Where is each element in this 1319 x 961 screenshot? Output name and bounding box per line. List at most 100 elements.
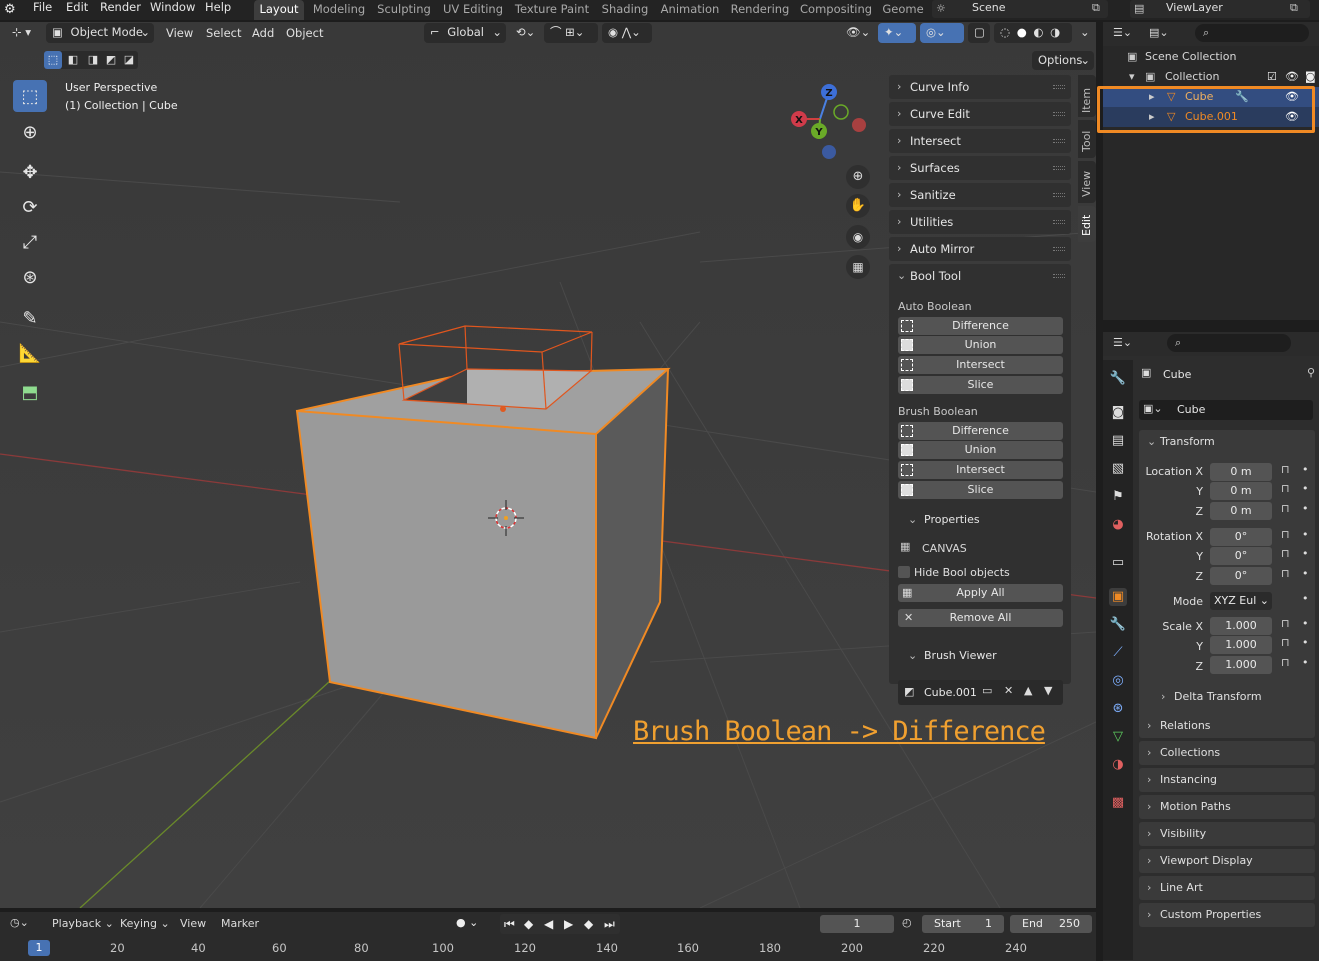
tab-layout[interactable]: Layout xyxy=(254,0,304,20)
scene-tab-icon[interactable]: ⚑ xyxy=(1109,488,1127,506)
tab-view[interactable]: View xyxy=(1078,161,1096,203)
panel-curve-edit[interactable]: › Curve Edit xyxy=(889,102,1071,126)
scale-y-field[interactable]: 1.000 xyxy=(1210,636,1272,654)
rotation-x-field[interactable]: 0° xyxy=(1210,528,1272,546)
lock-icon[interactable]: ⊓ xyxy=(1281,567,1290,580)
lock-icon[interactable]: ⊓ xyxy=(1281,502,1290,515)
select-extend-icon[interactable]: ◧ xyxy=(64,51,82,69)
properties-search-input[interactable]: ⌕ xyxy=(1167,334,1291,352)
lock-icon[interactable]: ⊓ xyxy=(1281,463,1290,476)
lock-icon[interactable]: ⊓ xyxy=(1281,617,1290,630)
object-tab-icon[interactable]: ▣ xyxy=(1109,588,1127,606)
lock-icon[interactable]: ⊓ xyxy=(1281,528,1290,541)
copy-scene-icon[interactable]: ⧉ xyxy=(1092,0,1100,15)
panel-sanitize[interactable]: › Sanitize xyxy=(889,183,1071,207)
menu-marker[interactable]: Marker xyxy=(221,917,259,930)
snap-button[interactable]: ⌒ ⊞⌄ xyxy=(544,23,598,43)
copy-viewlayer-icon[interactable]: ⧉ xyxy=(1290,0,1298,15)
remove-brush-icon[interactable]: ✕ xyxy=(1004,684,1013,697)
solid-icon[interactable]: ● xyxy=(1017,25,1027,39)
keyframe-dot-icon[interactable]: • xyxy=(1302,482,1309,495)
move-down-icon[interactable]: ▼ xyxy=(1044,684,1052,697)
brush-intersect-button[interactable]: Intersect xyxy=(898,461,1063,479)
scale-x-field[interactable]: 1.000 xyxy=(1210,617,1272,635)
menu-edit[interactable]: Edit xyxy=(66,0,88,20)
grip-icon[interactable] xyxy=(1053,85,1065,89)
expand-arrow-icon[interactable]: ▾ xyxy=(1129,67,1135,87)
remove-all-button[interactable]: ✕ Remove All xyxy=(898,609,1063,627)
selection-mode-buttons[interactable]: ⬚ ◧ ◨ ◩ ◪ xyxy=(44,51,138,69)
tab-animation[interactable]: Animation xyxy=(658,0,722,20)
tab-uv-editing[interactable]: UV Editing xyxy=(441,0,505,20)
options-dropdown[interactable]: Options ⌄ xyxy=(1032,51,1094,70)
location-y-field[interactable]: 0 m xyxy=(1210,482,1272,500)
editor-type-icon[interactable]: ☰⌄ xyxy=(1113,336,1132,349)
object-datablock-field[interactable]: ▣⌄ Cube xyxy=(1139,400,1313,420)
stopwatch-icon[interactable]: ◴ xyxy=(902,916,912,929)
scene-selector[interactable]: ☼ Scene ⧉ xyxy=(932,0,1108,18)
collection-tab-icon[interactable]: ▭ xyxy=(1109,554,1127,572)
pin-icon[interactable]: ⚲ xyxy=(1307,366,1315,379)
brush-viewer-subpanel-header[interactable]: ⌄ Brush Viewer xyxy=(898,645,1066,667)
keyframe-dot-icon[interactable]: • xyxy=(1302,592,1309,605)
record-button-icon[interactable]: ● ⌄ xyxy=(456,916,478,929)
move-icon[interactable]: ✥ xyxy=(13,156,47,188)
panel-collections[interactable]: › Collections xyxy=(1139,741,1315,765)
brush-slice-button[interactable]: Slice xyxy=(898,481,1063,499)
material-tab-icon[interactable]: ◑ xyxy=(1109,756,1127,774)
rotation-y-field[interactable]: 0° xyxy=(1210,547,1272,565)
hide-bool-checkbox-row[interactable]: Hide Bool objects xyxy=(898,563,1066,581)
menu-object[interactable]: Object xyxy=(286,23,323,43)
editor-type-button[interactable]: ⊹ ▾ xyxy=(6,23,40,43)
pan-hand-icon[interactable]: ✋ xyxy=(846,194,870,218)
tab-compositing[interactable]: Compositing xyxy=(800,0,872,20)
keyframe-dot-icon[interactable]: • xyxy=(1302,463,1309,476)
visibility-button[interactable]: 👁⌄ xyxy=(840,23,876,43)
pivot-point-button[interactable]: ⟲⌄ xyxy=(510,23,540,43)
menu-playback[interactable]: Playback ⌄ xyxy=(52,917,114,930)
proportional-edit-button[interactable]: ◉ ⋀⌄ xyxy=(602,23,652,43)
keyframe-dot-icon[interactable]: • xyxy=(1302,656,1309,669)
auto-slice-button[interactable]: Slice xyxy=(898,376,1063,394)
view-layer-tab-icon[interactable]: ▧ xyxy=(1109,460,1127,478)
panel-motion-paths[interactable]: › Motion Paths xyxy=(1139,795,1315,819)
tab-tool[interactable]: Tool xyxy=(1078,120,1096,158)
texture-tab-icon[interactable]: ▩ xyxy=(1109,794,1127,812)
panel-relations[interactable]: › Relations xyxy=(1139,714,1315,738)
shading-options-button[interactable]: ⌄ xyxy=(1074,23,1094,43)
camera-icon[interactable]: ◉ xyxy=(846,225,870,249)
timeline-ruler[interactable]: 1 20 40 60 80 100 120 140 160 180 200 22… xyxy=(0,936,1096,961)
move-up-icon[interactable]: ▲ xyxy=(1024,684,1032,697)
panel-utilities[interactable]: › Utilities xyxy=(889,210,1071,234)
panel-viewport-display[interactable]: › Viewport Display xyxy=(1139,849,1315,873)
auto-intersect-button[interactable]: Intersect xyxy=(898,356,1063,374)
data-tab-icon[interactable]: ▽ xyxy=(1109,728,1127,746)
select-intersect-icon[interactable]: ◪ xyxy=(120,51,138,69)
menu-file[interactable]: File xyxy=(33,0,52,20)
panel-curve-info[interactable]: › Curve Info xyxy=(889,75,1071,99)
gizmo-toggle-button[interactable]: ✦⌄ xyxy=(878,23,916,43)
keyframe-dot-icon[interactable]: • xyxy=(1302,567,1309,580)
menu-keying[interactable]: Keying ⌄ xyxy=(120,917,170,930)
constraints-tab-icon[interactable]: ⊛ xyxy=(1109,700,1127,718)
brush-union-button[interactable]: Union xyxy=(898,441,1063,459)
panel-surfaces[interactable]: › Surfaces xyxy=(889,156,1071,180)
monitor-icon[interactable]: ▭ xyxy=(982,684,992,697)
mode-dropdown[interactable]: ▣ Object Mode ⌄ xyxy=(46,23,154,43)
properties-subpanel-header[interactable]: ⌄ Properties xyxy=(898,509,1066,531)
playhead[interactable]: 1 xyxy=(28,940,50,956)
transform-icon[interactable]: ⊛ xyxy=(13,261,47,293)
keyframe-dot-icon[interactable]: • xyxy=(1302,502,1309,515)
blender-logo-icon[interactable]: ⚙ xyxy=(4,2,22,18)
menu-window[interactable]: Window xyxy=(150,0,195,20)
editor-type-icon[interactable]: ☰⌄ xyxy=(1113,26,1132,39)
location-x-field[interactable]: 0 m xyxy=(1210,463,1272,481)
tab-item[interactable]: Item xyxy=(1078,75,1096,117)
grip-icon[interactable] xyxy=(1053,139,1065,143)
annotate-icon[interactable]: ✎ xyxy=(13,302,47,334)
rendered-icon[interactable]: ◑ xyxy=(1050,25,1060,39)
jump-start-icon[interactable]: ⏮ xyxy=(504,914,515,934)
tab-sculpting[interactable]: Sculpting xyxy=(374,0,434,20)
select-new-icon[interactable]: ⬚ xyxy=(44,51,62,69)
tab-texture-paint[interactable]: Texture Paint xyxy=(512,0,592,20)
